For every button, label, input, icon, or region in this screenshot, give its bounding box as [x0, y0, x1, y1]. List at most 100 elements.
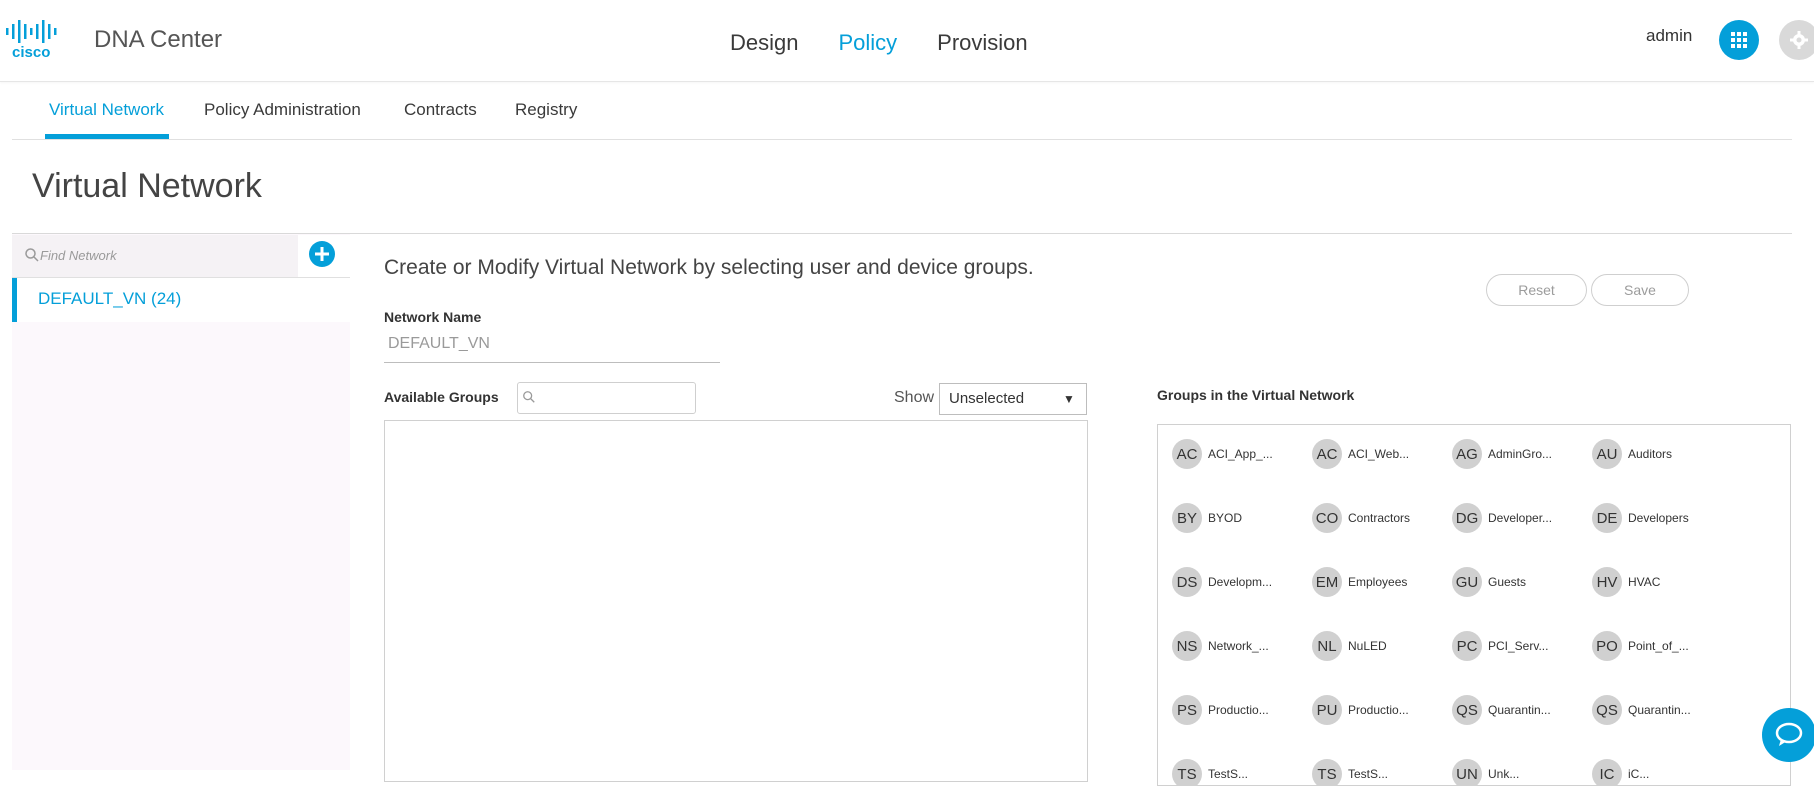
group-chip[interactable]: EM Employees — [1312, 567, 1407, 597]
top-header: cisco DNA Center Design Policy Provision… — [0, 0, 1814, 82]
available-groups-list[interactable] — [384, 420, 1088, 782]
group-avatar: AC — [1172, 439, 1202, 469]
group-chip[interactable]: PS Productio... — [1172, 695, 1269, 725]
group-chip[interactable]: QS Quarantin... — [1452, 695, 1551, 725]
active-tab-indicator — [45, 134, 169, 139]
group-name: Developers — [1628, 511, 1689, 525]
cisco-logo[interactable]: cisco — [4, 18, 74, 61]
group-avatar: UN — [1452, 759, 1482, 785]
group-chip[interactable]: PC PCI_Serv... — [1452, 631, 1548, 661]
group-name: Developm... — [1208, 575, 1273, 589]
group-chip[interactable]: AG AdminGro... — [1452, 439, 1552, 469]
group-avatar: NS — [1172, 631, 1202, 661]
group-avatar: AU — [1592, 439, 1622, 469]
network-name-underline — [384, 362, 720, 363]
user-menu[interactable]: admin — [1646, 26, 1692, 46]
chat-bubble-icon — [1775, 722, 1803, 746]
network-name-field[interactable]: DEFAULT_VN — [388, 335, 490, 353]
groups-in-vn-list: AC ACI_App_... AC ACI_Web... AG AdminGro… — [1157, 424, 1791, 786]
search-icon — [25, 248, 39, 262]
group-name: Developer... — [1488, 511, 1553, 525]
group-chip[interactable]: DG Developer... — [1452, 503, 1552, 533]
search-icon — [523, 391, 535, 403]
tab-contracts[interactable]: Contracts — [404, 100, 477, 120]
group-chip[interactable]: DE Developers — [1592, 503, 1689, 533]
group-chip[interactable]: BY BYOD — [1172, 503, 1242, 533]
group-name: Employees — [1348, 575, 1408, 589]
group-chip[interactable]: DS Developm... — [1172, 567, 1272, 597]
group-avatar: TS — [1172, 759, 1202, 785]
group-chip[interactable]: AC ACI_Web... — [1312, 439, 1409, 469]
selected-indicator — [12, 278, 17, 322]
group-avatar: TS — [1312, 759, 1342, 785]
group-chip[interactable]: TS TestS... — [1172, 759, 1249, 785]
group-name: Guests — [1488, 575, 1527, 589]
save-button[interactable]: Save — [1591, 274, 1689, 306]
group-name: Point_of_... — [1628, 639, 1689, 653]
group-avatar: QS — [1452, 695, 1482, 725]
settings-button[interactable] — [1779, 20, 1814, 60]
network-item-label[interactable]: DEFAULT_VN (24) — [38, 289, 181, 309]
group-avatar: IC — [1592, 759, 1622, 785]
group-name: ACI_App_... — [1208, 447, 1273, 461]
group-avatar: DE — [1592, 503, 1622, 533]
group-avatar: QS — [1592, 695, 1622, 725]
group-chip[interactable]: PO Point_of_... — [1592, 631, 1689, 661]
logo-text: cisco — [12, 44, 50, 58]
tab-virtual-network[interactable]: Virtual Network — [49, 100, 164, 120]
group-avatar: EM — [1312, 567, 1342, 597]
group-avatar: NL — [1312, 631, 1342, 661]
app-title: DNA Center — [94, 26, 223, 53]
group-chip[interactable]: QS Quarantin... — [1592, 695, 1691, 725]
group-name: Auditors — [1628, 447, 1673, 461]
group-chip[interactable]: CO Contractors — [1312, 503, 1410, 533]
group-avatar: PS — [1172, 695, 1202, 725]
reset-button[interactable]: Reset — [1486, 274, 1587, 306]
group-name: Network_... — [1208, 639, 1269, 653]
group-name: NuLED — [1348, 639, 1387, 653]
group-name: Contractors — [1348, 511, 1411, 525]
group-name: Productio... — [1348, 703, 1409, 717]
tab-registry[interactable]: Registry — [515, 100, 577, 120]
group-name: Quarantin... — [1628, 703, 1691, 717]
group-name: iC... — [1628, 767, 1650, 781]
group-chip[interactable]: HV HVAC — [1592, 567, 1660, 597]
group-name: TestS... — [1348, 767, 1389, 781]
group-chip[interactable]: NL NuLED — [1312, 631, 1387, 661]
group-chip[interactable]: GU Guests — [1452, 567, 1526, 597]
group-chip[interactable]: PU Productio... — [1312, 695, 1409, 725]
apps-grid-icon — [1731, 32, 1747, 48]
network-name-label: Network Name — [384, 309, 482, 325]
groups-in-vn-label: Groups in the Virtual Network — [1157, 387, 1355, 403]
group-avatar: BY — [1172, 503, 1202, 533]
find-network-placeholder: Find Network — [40, 248, 117, 263]
group-chip[interactable]: AU Auditors — [1592, 439, 1672, 469]
group-name: AdminGro... — [1488, 447, 1553, 461]
plus-circle-icon[interactable] — [309, 241, 335, 267]
group-name: Productio... — [1208, 703, 1269, 717]
tab-policy-administration[interactable]: Policy Administration — [204, 100, 361, 120]
apps-button[interactable] — [1719, 20, 1759, 60]
nav-policy[interactable]: Policy — [838, 30, 897, 56]
gear-icon — [1790, 31, 1808, 49]
group-avatar: PO — [1592, 631, 1622, 661]
group-chip[interactable]: TS TestS... — [1312, 759, 1389, 785]
groups-search-input[interactable] — [517, 382, 696, 414]
group-avatar: AG — [1452, 439, 1482, 469]
sub-tabs: Virtual Network Policy Administration Co… — [12, 82, 1792, 140]
group-avatar: HV — [1592, 567, 1622, 597]
group-chip[interactable]: NS Network_... — [1172, 631, 1269, 661]
group-avatar: PC — [1452, 631, 1482, 661]
nav-design[interactable]: Design — [730, 30, 798, 56]
group-chip[interactable]: UN Unk... — [1452, 759, 1520, 785]
group-name: Unk... — [1488, 767, 1520, 781]
chat-button[interactable] — [1762, 708, 1814, 762]
nav-provision[interactable]: Provision — [937, 30, 1027, 56]
group-avatar: GU — [1452, 567, 1482, 597]
group-name: HVAC — [1628, 575, 1661, 589]
group-chip[interactable]: IC iC... — [1592, 759, 1650, 785]
group-chip[interactable]: AC ACI_App_... — [1172, 439, 1273, 469]
group-name: TestS... — [1208, 767, 1249, 781]
group-avatar: DS — [1172, 567, 1202, 597]
page-title: Virtual Network — [32, 167, 262, 205]
